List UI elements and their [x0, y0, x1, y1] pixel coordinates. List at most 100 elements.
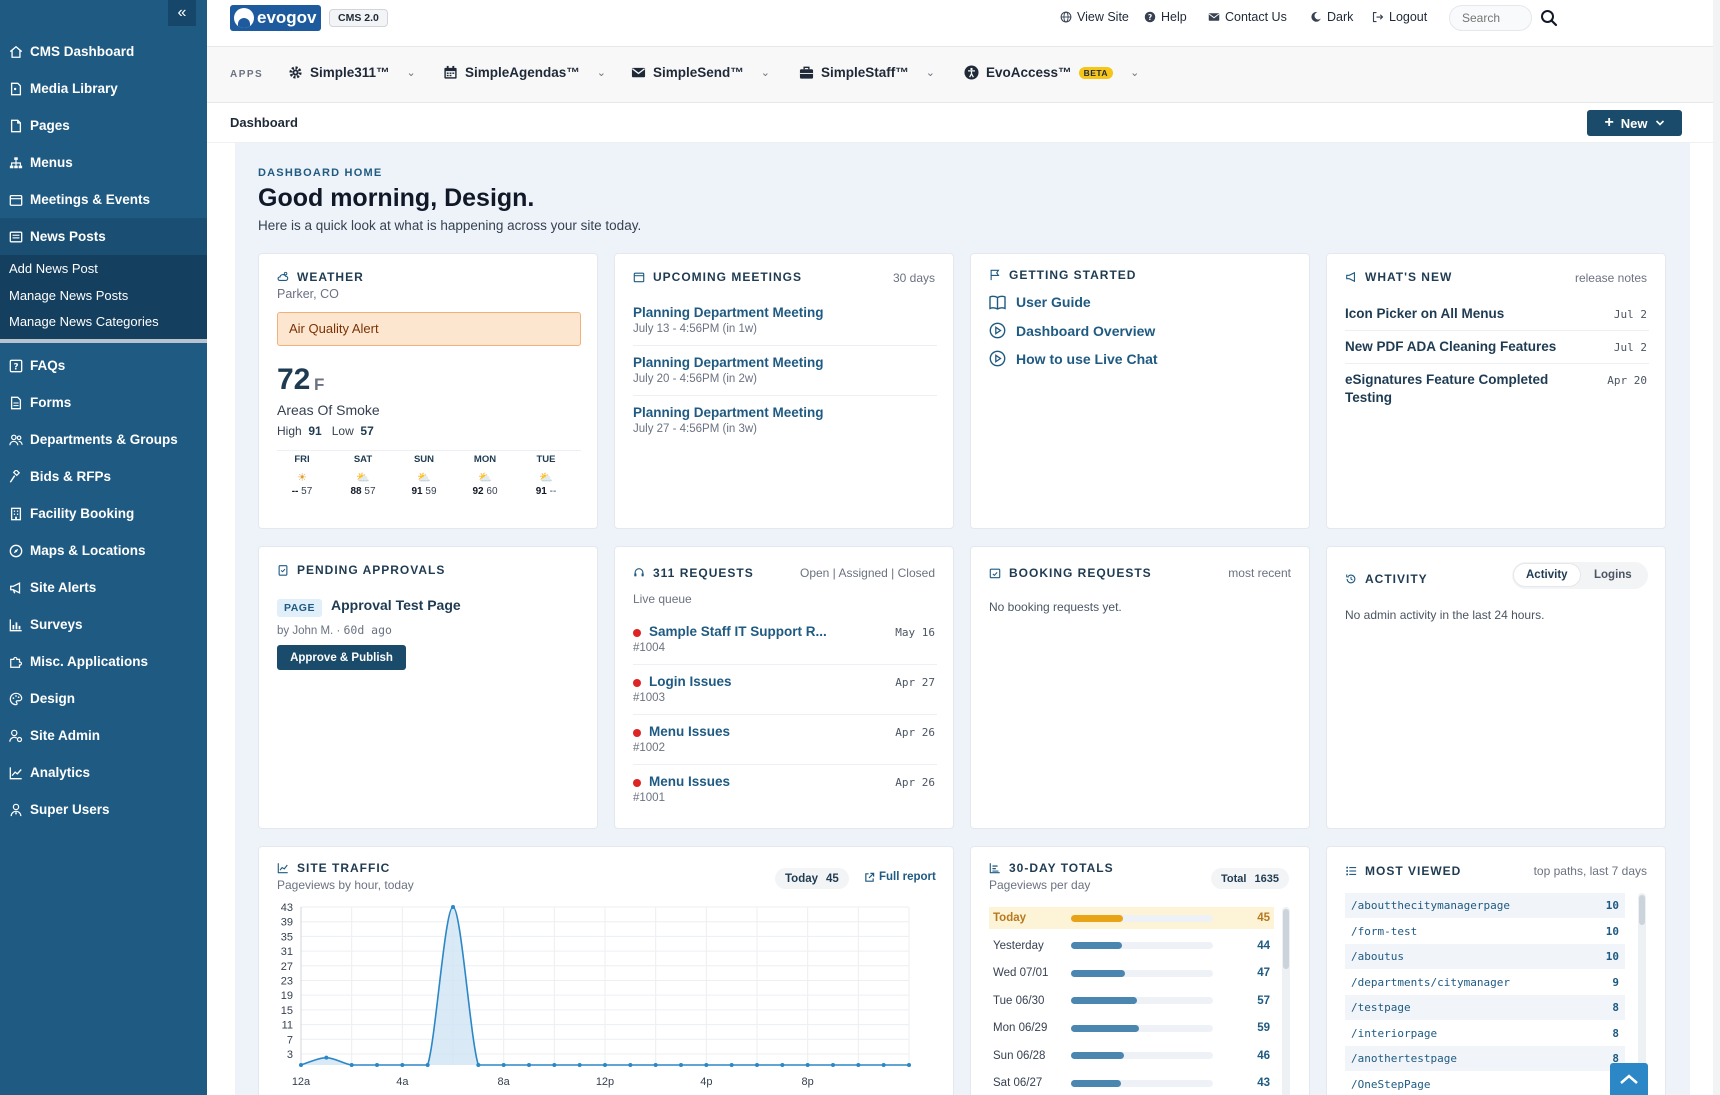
- most-viewed-scroll-thumb[interactable]: [1639, 895, 1645, 925]
- getting-started-link[interactable]: How to use Live Chat: [989, 350, 1158, 367]
- topbar: evogov CMS 2.0 View Site ? Help Contact …: [207, 0, 1720, 47]
- approval-item-title[interactable]: Approval Test Page: [331, 597, 461, 613]
- most-viewed-row[interactable]: /aboutthecitymanagerpage 10: [1345, 893, 1625, 918]
- collapse-sidebar-button[interactable]: «: [168, 0, 196, 26]
- tab-logins[interactable]: Logins: [1582, 564, 1644, 586]
- meeting-link[interactable]: Planning Department Meeting: [633, 305, 824, 320]
- most-viewed-row[interactable]: /OneStepPage: [1345, 1072, 1625, 1095]
- most-viewed-row[interactable]: /anothertestpage 8: [1345, 1046, 1625, 1071]
- sidebar-item-super-users[interactable]: Super Users: [0, 791, 207, 828]
- app-simplesend[interactable]: SimpleSend™ ⌄: [631, 65, 770, 80]
- totals-bar-fill: [1071, 969, 1126, 977]
- sidebar-item-design[interactable]: Design: [0, 680, 207, 717]
- release-note-link[interactable]: New PDF ADA Cleaning Features: [1345, 338, 1575, 356]
- totals-row: Sun 06/28 46: [989, 1045, 1274, 1067]
- filter-closed[interactable]: Closed: [898, 566, 935, 580]
- totals-scrollbar[interactable]: [1282, 907, 1290, 1095]
- app-simplestaff[interactable]: SimpleStaff™ ⌄: [799, 65, 935, 80]
- page-subtitle: Here is a quick look at what is happenin…: [258, 218, 642, 233]
- submenu-manage-news-posts[interactable]: Manage News Posts: [9, 288, 128, 303]
- air-quality-alert[interactable]: Air Quality Alert: [277, 312, 581, 346]
- sidebar-item-news-posts[interactable]: News Posts: [0, 218, 207, 255]
- breadcrumb[interactable]: Dashboard: [230, 115, 298, 130]
- app-evoaccess[interactable]: EvoAccess™ BETA ⌄: [964, 65, 1139, 80]
- most-viewed-row[interactable]: /form-test 10: [1345, 919, 1625, 944]
- users-icon: [0, 433, 30, 447]
- traffic-point: [755, 1063, 759, 1067]
- traffic-point: [679, 1063, 683, 1067]
- page-scrollbar[interactable]: [1713, 0, 1720, 1095]
- view-site-link[interactable]: View Site: [1060, 10, 1129, 24]
- sidebar-item-menus[interactable]: Menus: [0, 144, 207, 181]
- sidebar-item-site-admin[interactable]: Site Admin: [0, 717, 207, 754]
- totals-scroll-thumb[interactable]: [1283, 909, 1289, 969]
- sidebar-item-facility-booking[interactable]: Facility Booking: [0, 495, 207, 532]
- sidebar-item-surveys[interactable]: Surveys: [0, 606, 207, 643]
- most-viewed-row[interactable]: /aboutus 10: [1345, 944, 1625, 969]
- search-icon[interactable]: [1540, 9, 1558, 27]
- forecast-day: FRI ☀ -- 57: [277, 454, 327, 497]
- app-simpleagendas[interactable]: SimpleAgendas™ ⌄: [443, 65, 606, 80]
- release-note-date: Apr 20: [1607, 374, 1647, 387]
- most-viewed-row[interactable]: /departments/citymanager 9: [1345, 970, 1625, 995]
- release-note-link[interactable]: Icon Picker on All Menus: [1345, 305, 1575, 323]
- sidebar-item-maps-locations[interactable]: Maps & Locations: [0, 532, 207, 569]
- pending-approvals-title: PENDING APPROVALS: [277, 563, 445, 577]
- submenu-add-news-post[interactable]: Add News Post: [9, 261, 98, 276]
- apps-bar: APPS Simple311™ ⌄ SimpleAgendas™ ⌄ Simpl…: [207, 47, 1720, 103]
- x-tick-label: 4p: [700, 1076, 712, 1088]
- sidebar-item-site-alerts[interactable]: Site Alerts: [0, 569, 207, 606]
- getting-started-link[interactable]: Dashboard Overview: [989, 322, 1155, 339]
- sidebar-item-label: Maps & Locations: [30, 543, 146, 558]
- scroll-to-top-button[interactable]: [1610, 1063, 1648, 1095]
- filter-assigned[interactable]: Assigned: [838, 566, 887, 580]
- sidebar-item-meetings-events[interactable]: Meetings & Events: [0, 181, 207, 218]
- totals-bar-fill: [1071, 942, 1122, 949]
- filter-open[interactable]: Open: [800, 566, 829, 580]
- most-viewed-row[interactable]: /interiorpage 8: [1345, 1021, 1625, 1046]
- most-viewed-row[interactable]: /testpage 8: [1345, 995, 1625, 1020]
- getting-started-link[interactable]: User Guide: [989, 294, 1091, 310]
- sidebar-item-misc-applications[interactable]: Misc. Applications: [0, 643, 207, 680]
- app-simple311[interactable]: Simple311™ ⌄: [288, 65, 416, 80]
- app-simple311-label: Simple311™: [310, 65, 390, 80]
- request-link[interactable]: Sample Staff IT Support R...: [649, 624, 827, 639]
- chart-icon: [0, 618, 30, 632]
- tab-activity[interactable]: Activity: [1514, 564, 1580, 586]
- most-viewed-count: 9: [1612, 975, 1619, 989]
- release-note-link[interactable]: eSignatures Feature Completed Testing: [1345, 371, 1575, 407]
- bar-chart-icon: [989, 863, 1000, 874]
- sidebar-item-pages[interactable]: Pages: [0, 107, 207, 144]
- logout-link[interactable]: Logout: [1372, 10, 1427, 24]
- request-link[interactable]: Menu Issues: [649, 774, 730, 789]
- totals-row-label: Wed 07/01: [993, 967, 1049, 979]
- divider: [1345, 330, 1649, 331]
- pending-approvals-card: PENDING APPROVALS PAGE Approval Test Pag…: [258, 546, 598, 829]
- sidebar-item-faqs[interactable]: ? FAQs: [0, 347, 207, 384]
- sidebar-item-departments-groups[interactable]: Departments & Groups: [0, 421, 207, 458]
- request-link[interactable]: Menu Issues: [649, 724, 730, 739]
- traffic-point: [552, 1063, 557, 1067]
- sidebar-item-cms-dashboard[interactable]: CMS Dashboard: [0, 33, 207, 70]
- dark-mode-toggle[interactable]: Dark: [1310, 10, 1353, 24]
- contact-us-link[interactable]: Contact Us: [1208, 10, 1287, 24]
- traffic-point: [375, 1063, 379, 1067]
- search-input[interactable]: [1449, 5, 1532, 31]
- help-link[interactable]: ? Help: [1144, 10, 1187, 24]
- submenu-manage-news-categories[interactable]: Manage News Categories: [9, 314, 159, 329]
- full-report-link[interactable]: Full report: [864, 871, 936, 883]
- sidebar-item-label: Media Library: [30, 81, 118, 96]
- sidebar-item-media-library[interactable]: Media Library: [0, 70, 207, 107]
- sidebar-item-forms[interactable]: Forms: [0, 384, 207, 421]
- meeting-link[interactable]: Planning Department Meeting: [633, 355, 824, 370]
- new-button[interactable]: + New: [1587, 110, 1682, 136]
- temperature-unit: F: [314, 375, 325, 394]
- sidebar-item-bids-rfps[interactable]: Bids & RFPs: [0, 458, 207, 495]
- meeting-link[interactable]: Planning Department Meeting: [633, 405, 824, 420]
- approve-publish-button[interactable]: Approve & Publish: [277, 645, 406, 670]
- forecast-day: SAT ⛅ 88 57: [338, 454, 388, 497]
- release-notes-link[interactable]: release notes: [1575, 271, 1647, 285]
- request-link[interactable]: Login Issues: [649, 674, 732, 689]
- sidebar-item-analytics[interactable]: Analytics: [0, 754, 207, 791]
- evogov-logo[interactable]: evogov: [230, 5, 321, 31]
